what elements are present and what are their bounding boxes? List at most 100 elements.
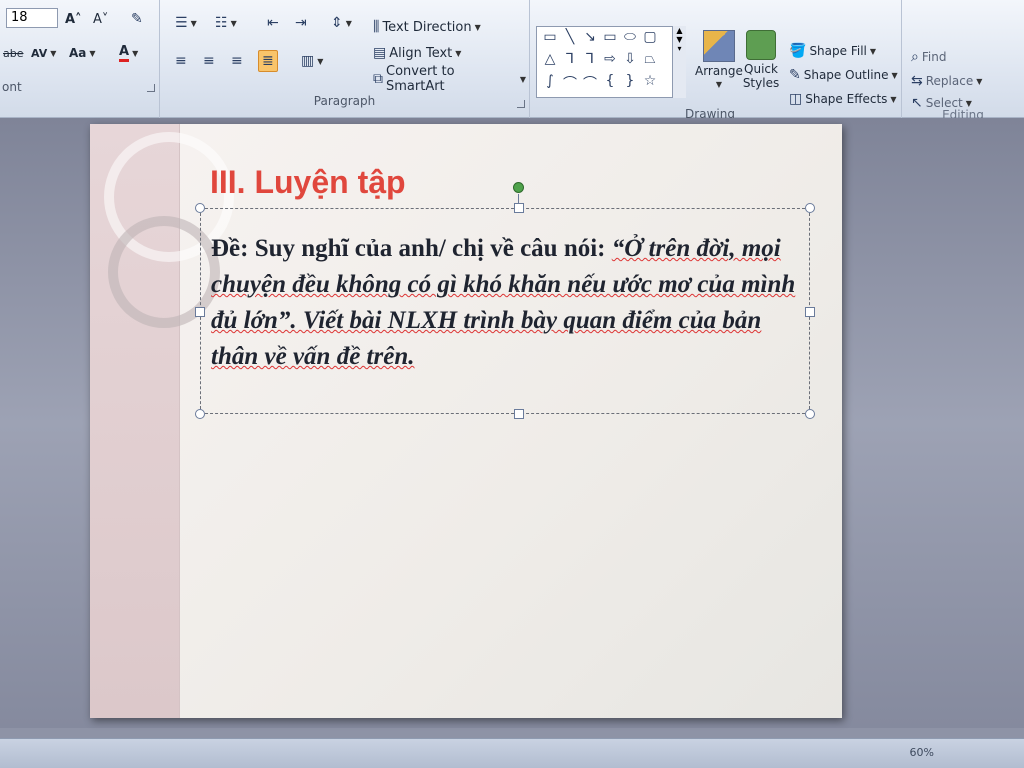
grow-font-icon: A˄ xyxy=(65,11,82,27)
font-group: 18 A˄ A˅ ✎ abe AV ▼ Aa ▼ A ▼ ont xyxy=(0,0,160,118)
resize-handle-bottom-right[interactable] xyxy=(805,409,815,419)
find-button[interactable]: ⌕ Find xyxy=(908,46,949,68)
elbow-connector-shape-icon[interactable]: ⅂ xyxy=(561,51,579,67)
paragraph-dialog-launcher[interactable] xyxy=(517,100,525,108)
align-text-label: Align Text xyxy=(389,45,453,61)
arrange-button[interactable]: Arrange ▼ xyxy=(692,30,746,100)
down-arrow-shape-icon[interactable]: ⇩ xyxy=(621,51,639,67)
align-left-icon: ≡ xyxy=(175,53,187,69)
resize-handle-bottom[interactable] xyxy=(514,409,524,419)
chevron-down-icon: ▼ xyxy=(519,74,526,84)
chevron-down-icon: ▼ xyxy=(50,48,57,58)
rounded-rect-shape-icon[interactable]: ▢ xyxy=(641,29,659,45)
resize-handle-top-left[interactable] xyxy=(195,203,205,213)
pen-icon: ✎ xyxy=(789,67,801,83)
font-color-button[interactable]: A ▼ xyxy=(116,42,141,64)
change-case-button[interactable]: Aa ▼ xyxy=(66,42,99,64)
grow-font-button[interactable]: A˄ xyxy=(62,8,85,30)
chevron-down-icon: ▼ xyxy=(474,22,481,32)
smartart-icon: ⧉ xyxy=(373,71,383,87)
align-text-button[interactable]: ▤ Align Text ▼ xyxy=(370,42,464,64)
line-spacing-button[interactable]: ⇕ ▼ xyxy=(328,12,355,34)
resize-handle-bottom-left[interactable] xyxy=(195,409,205,419)
resize-handle-top-right[interactable] xyxy=(805,203,815,213)
body-textbox[interactable]: Đề: Suy nghĩ của anh/ chị về câu nói: “Ở… xyxy=(195,203,815,419)
find-label: Find xyxy=(921,50,947,64)
slide-title[interactable]: III. Luyện tập xyxy=(210,164,406,201)
gallery-scrollbar[interactable]: ▲ ▼ ▾ xyxy=(672,26,686,98)
line-shape-icon[interactable]: ╲ xyxy=(561,29,579,45)
shape-outline-button[interactable]: ✎ Shape Outline ▼ xyxy=(786,64,901,86)
textbox-shape-icon[interactable]: ▭ xyxy=(541,29,559,45)
align-center-icon: ≡ xyxy=(203,53,215,69)
replace-button[interactable]: ⇆ Replace ▼ xyxy=(908,70,985,92)
chevron-down-icon: ▼ xyxy=(890,94,897,104)
elbow-arrow-shape-icon[interactable]: ⅂ xyxy=(581,51,599,67)
chevron-down-icon: ▼ xyxy=(230,18,237,28)
ribbon: 18 A˄ A˅ ✎ abe AV ▼ Aa ▼ A ▼ ont ☰ ▼ ☷ ▼ ⇤ ⇥ … xyxy=(0,0,1024,122)
text-direction-icon: ⫼ xyxy=(373,19,380,35)
chevron-down-icon: ▼ xyxy=(190,18,197,28)
shape-fill-button[interactable]: 🪣 Shape Fill ▼ xyxy=(786,40,879,62)
left-brace-shape-icon[interactable]: { xyxy=(601,73,619,89)
line-spacing-icon: ⇕ xyxy=(331,15,343,31)
resize-handle-left[interactable] xyxy=(195,307,205,317)
numbering-button[interactable]: ☷ ▼ xyxy=(212,12,240,34)
arrow-line-shape-icon[interactable]: ↘ xyxy=(581,29,599,45)
quick-styles-icon xyxy=(746,30,776,60)
increase-indent-button[interactable]: ⇥ xyxy=(292,12,310,34)
flowchart-shape-icon[interactable]: ⏢ xyxy=(641,51,659,67)
clear-format-button[interactable]: ✎ xyxy=(128,8,146,30)
triangle-shape-icon[interactable]: △ xyxy=(541,51,559,67)
justify-button[interactable]: ≣ xyxy=(258,50,278,72)
decrease-indent-button[interactable]: ⇤ xyxy=(264,12,282,34)
chevron-down-icon: ▼ xyxy=(317,56,324,66)
freeform-shape-icon[interactable]: ⌒ xyxy=(561,73,579,93)
char-spacing-button[interactable]: AV ▼ xyxy=(28,42,59,64)
chevron-down-icon: ▼ xyxy=(89,48,96,58)
resize-handle-top[interactable] xyxy=(514,203,524,213)
columns-button[interactable]: ▥ ▼ xyxy=(298,50,326,72)
quick-styles-button[interactable]: Quick Styles xyxy=(740,30,782,102)
paragraph-group: ☰ ▼ ☷ ▼ ⇤ ⇥ ⇕ ▼ ≡ ≡ ≡ ≣ ▥ ▼ ⫼ Text Direction… xyxy=(160,0,530,118)
font-size-box[interactable]: 18 xyxy=(6,8,58,28)
right-brace-shape-icon[interactable]: } xyxy=(621,73,639,89)
align-center-button[interactable]: ≡ xyxy=(200,50,218,72)
star-shape-icon[interactable]: ☆ xyxy=(641,73,659,89)
convert-smartart-button[interactable]: ⧉ Convert to SmartArt ▼ xyxy=(370,64,529,94)
align-text-icon: ▤ xyxy=(373,45,387,61)
body-text[interactable]: Đề: Suy nghĩ của anh/ chị về câu nói: “Ở… xyxy=(211,231,803,375)
align-right-icon: ≡ xyxy=(231,53,243,69)
shape-fill-label: Shape Fill xyxy=(809,44,867,58)
change-case-label: Aa xyxy=(69,46,87,60)
chevron-down-icon: ▼ xyxy=(345,18,352,28)
slide-canvas[interactable]: III. Luyện tập Đề: Suy nghĩ của anh/ chị… xyxy=(90,124,842,718)
font-dialog-launcher[interactable] xyxy=(147,84,155,92)
char-spacing-label: AV xyxy=(31,46,48,60)
chevron-down-icon: ▼ xyxy=(891,70,898,80)
text-direction-button[interactable]: ⫼ Text Direction ▼ xyxy=(370,16,484,38)
resize-handle-right[interactable] xyxy=(805,307,815,317)
eraser-icon: ✎ xyxy=(131,11,143,27)
bullets-button[interactable]: ☰ ▼ xyxy=(172,12,200,34)
strikethrough-button[interactable]: abe xyxy=(0,42,27,64)
shapes-gallery[interactable]: ▭ ╲ ↘ ▭ ⬭ ▢ △ ⅂ ⅂ ⇨ ⇩ ⏢ ∫ ⌒ ⌒ { } ☆ xyxy=(536,26,686,98)
shrink-font-button[interactable]: A˅ xyxy=(90,8,111,30)
rotation-handle[interactable] xyxy=(513,182,524,193)
arc-shape-icon[interactable]: ⌒ xyxy=(581,73,599,93)
strikethrough-label: abe xyxy=(3,46,24,60)
rectangle-shape-icon[interactable]: ▭ xyxy=(601,29,619,45)
chevron-down-icon: ▼ xyxy=(976,76,983,86)
right-arrow-shape-icon[interactable]: ⇨ xyxy=(601,51,619,67)
align-right-button[interactable]: ≡ xyxy=(228,50,246,72)
curve-shape-icon[interactable]: ∫ xyxy=(541,73,559,89)
align-left-button[interactable]: ≡ xyxy=(172,50,190,72)
editing-group: ⌕ Find ⇆ Replace ▼ ↖ Select ▼ Editing xyxy=(902,0,1024,122)
convert-smartart-label: Convert to SmartArt xyxy=(386,64,455,94)
bullets-icon: ☰ xyxy=(175,15,188,31)
shape-effects-label: Shape Effects xyxy=(805,92,888,106)
chevron-down-icon: ▼ xyxy=(965,98,972,108)
zoom-level[interactable]: 60% xyxy=(910,746,934,759)
chevron-down-icon: ▼ xyxy=(869,46,877,56)
oval-shape-icon[interactable]: ⬭ xyxy=(621,29,639,45)
